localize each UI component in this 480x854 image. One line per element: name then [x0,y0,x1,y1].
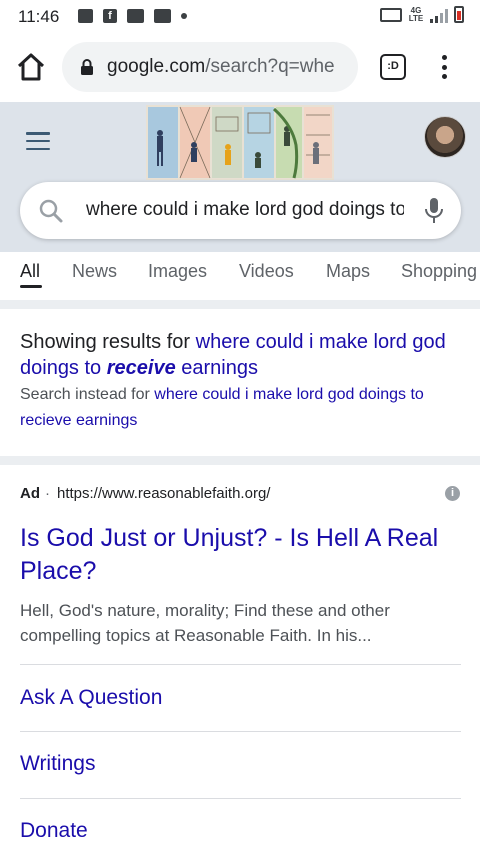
sitelink-writings[interactable]: Writings [20,752,95,776]
corrected-query-link-part1[interactable]: where could i make lord god [196,331,446,353]
account-avatar[interactable] [424,116,466,158]
sitelink-ask-a-question[interactable]: Ask A Question [20,686,162,710]
news-icon [154,9,171,23]
google-header: where could i make lord god doings to re… [0,102,480,300]
tab-news[interactable]: News [72,261,117,282]
ad-url[interactable]: https://www.reasonablefaith.org/ [57,485,270,502]
lock-icon [81,59,93,75]
photo-icon [78,9,93,23]
ad-separator: · [45,485,50,502]
home-icon[interactable] [16,52,46,82]
sitelink-divider [20,798,461,799]
corrected-pre: doings to [20,357,107,379]
sitelink-divider [20,664,461,665]
tab-maps[interactable]: Maps [326,261,370,282]
tab-all[interactable]: All [20,261,40,282]
sitelink-divider [20,731,461,732]
corrected-post: earnings [175,357,258,379]
showing-results-line-2: doings to receive earnings [20,355,465,381]
system-icons: 4G LTE [380,6,464,23]
url-text[interactable]: google.com/search?q=whe [107,56,347,78]
corrected-bold: receive [106,357,176,379]
spelling-correction-card: Showing results for where could i make l… [0,310,480,456]
url-path: /search?q=whe [205,56,335,77]
sitelink-donate[interactable]: Donate [20,819,88,843]
dot-icon [181,13,187,19]
section-divider [0,456,480,465]
search-box[interactable]: where could i make lord god doings to re… [20,182,461,239]
showing-prefix: Showing results for [20,331,196,353]
signal-icon [430,7,448,23]
tab-images[interactable]: Images [148,261,207,282]
browser-toolbar: google.com/search?q=whe :D [0,32,480,102]
instead-prefix: Search instead for [20,386,155,403]
corrected-query-link-part2[interactable]: doings to receive earnings [20,357,258,379]
vibrate-icon [380,7,402,22]
search-input[interactable]: where could i make lord god doings to re… [86,199,404,221]
search-tabs: All News Images Videos Maps Shopping [0,252,480,300]
network-type: 4G LTE [408,5,424,23]
search-icon[interactable] [38,198,64,224]
active-tab-indicator [20,285,42,288]
tab-shopping[interactable]: Shopping [401,261,477,282]
status-bar: 11:46 f 4G LTE [0,0,480,32]
google-doodle[interactable] [146,105,334,180]
section-divider [0,300,480,309]
tab-videos[interactable]: Videos [239,261,294,282]
search-instead-line: Search instead for where could i make lo… [20,382,460,434]
facebook-icon: f [103,9,117,23]
address-bar[interactable]: google.com/search?q=whe [62,42,358,92]
notification-icons: f [78,8,187,24]
info-icon[interactable]: i [445,486,460,501]
message-icon [127,9,144,23]
tab-switcher-button[interactable]: :D [380,54,406,80]
status-time: 11:46 [18,7,60,26]
url-domain: google.com [107,56,206,77]
ad-label: Ad [20,485,40,502]
battery-icon [454,6,464,23]
ad-result-card: Ad · https://www.reasonablefaith.org/ i … [0,466,480,854]
overflow-menu-icon[interactable] [436,52,452,82]
showing-results-line: Showing results for where could i make l… [20,329,465,355]
hamburger-menu-icon[interactable] [26,132,50,150]
microphone-icon[interactable] [423,196,445,226]
ad-title-link[interactable]: Is God Just or Unjust? - Is Hell A Real … [20,522,460,588]
ad-description: Hell, God's nature, morality; Find these… [20,601,390,645]
